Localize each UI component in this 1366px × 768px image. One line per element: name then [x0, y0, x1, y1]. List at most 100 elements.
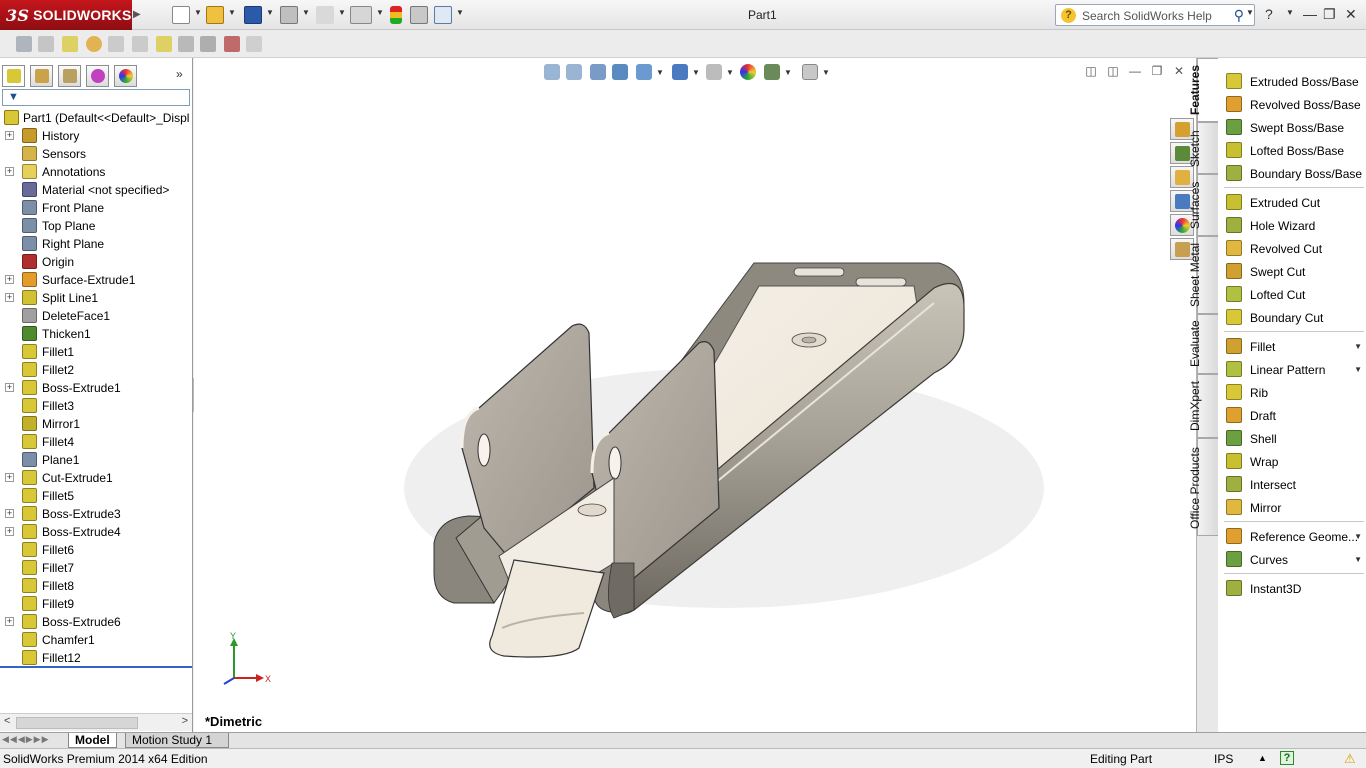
rebuild-traffic-light-icon[interactable] — [390, 6, 402, 24]
tab-property-manager[interactable] — [30, 65, 53, 87]
solidworks-logo[interactable]: 3S SOLIDWORKS — [0, 0, 132, 30]
feature-command[interactable]: Shell — [1218, 427, 1366, 449]
tab-display-manager[interactable] — [114, 65, 137, 87]
print-dropdown-icon[interactable]: ▼ — [302, 8, 310, 17]
section-view-icon[interactable] — [246, 36, 262, 52]
tree-item[interactable]: Fillet8 — [0, 577, 193, 595]
close-icon[interactable]: ✕ — [1345, 6, 1357, 23]
chevron-down-icon[interactable]: ▼ — [1354, 365, 1362, 374]
graphics-area[interactable]: ▼ ▼ ▼ ▼ ▼ ◫ ◫ — ❐ ✕ Y X *Dimetric — [194, 58, 1196, 732]
expand-icon[interactable]: + — [5, 167, 14, 176]
feature-command[interactable]: Hole Wizard — [1218, 214, 1366, 236]
select-arrow-icon[interactable] — [350, 6, 372, 24]
minimize-icon[interactable]: — — [1303, 6, 1317, 22]
tab-feature-tree[interactable] — [2, 65, 25, 87]
assembly-icon[interactable] — [16, 36, 32, 52]
options-icon[interactable] — [434, 6, 452, 24]
tab-sketch[interactable]: Sketch — [1188, 122, 1219, 174]
tree-item[interactable]: DeleteFace1 — [0, 307, 193, 325]
expand-icon[interactable]: + — [5, 275, 14, 284]
tree-item[interactable]: + Boss-Extrude4 — [0, 523, 193, 541]
box-icon[interactable] — [178, 36, 194, 52]
tab-model[interactable]: Model — [68, 733, 117, 748]
tree-item[interactable]: Plane1 — [0, 451, 193, 469]
expand-icon[interactable]: + — [5, 473, 14, 482]
select-dropdown-icon[interactable]: ▼ — [376, 8, 384, 17]
file-properties-icon[interactable] — [410, 6, 428, 24]
feature-command[interactable]: Revolved Cut — [1218, 237, 1366, 259]
tree-item[interactable]: Material <not specified> — [0, 181, 193, 199]
tree-item[interactable]: Fillet6 — [0, 541, 193, 559]
scroll-left-icon[interactable]: < — [4, 715, 10, 727]
save-icon[interactable] — [244, 6, 262, 24]
feature-command[interactable]: Mirror — [1218, 496, 1366, 518]
chevron-down-icon[interactable]: ▼ — [1354, 532, 1362, 541]
tree-item[interactable]: Fillet9 — [0, 595, 193, 613]
feature-command[interactable]: Linear Pattern ▼ — [1218, 358, 1366, 380]
help-dropdown-icon[interactable]: ▼ — [1286, 8, 1294, 17]
restore-icon[interactable]: ❐ — [1323, 6, 1336, 23]
feature-command[interactable]: Revolved Boss/Base — [1218, 93, 1366, 115]
tree-item[interactable]: Top Plane — [0, 217, 193, 235]
tree-item[interactable]: Fillet7 — [0, 559, 193, 577]
features-tree-icon[interactable] — [62, 36, 78, 52]
link-icon[interactable] — [132, 36, 148, 52]
tab-features[interactable]: Features — [1188, 58, 1219, 122]
feature-command[interactable]: Swept Boss/Base — [1218, 116, 1366, 138]
expand-icon[interactable]: + — [5, 509, 14, 518]
feature-command[interactable]: Lofted Boss/Base — [1218, 139, 1366, 161]
feature-command[interactable]: Reference Geome... ▼ — [1218, 525, 1366, 547]
part-model[interactable] — [194, 58, 1196, 732]
rebuild-warning-icon[interactable]: ⚠ — [1344, 751, 1360, 766]
tree-item[interactable]: + Boss-Extrude6 — [0, 613, 193, 631]
unit-system[interactable]: IPS — [1214, 752, 1233, 766]
tree-item[interactable]: Front Plane — [0, 199, 193, 217]
tab-office-products[interactable]: Office Products — [1188, 438, 1219, 536]
options-dropdown-icon[interactable]: ▼ — [456, 8, 464, 17]
more-tabs-icon[interactable]: » — [176, 67, 183, 81]
tab-dimxpert[interactable]: DimXpert — [1188, 374, 1219, 438]
new-document-icon[interactable] — [172, 6, 190, 24]
tree-root-item[interactable]: Part1 (Default<<Default>_Displ — [0, 109, 193, 127]
tree-item[interactable]: Fillet1 — [0, 343, 193, 361]
tree-item[interactable]: Origin — [0, 253, 193, 271]
pattern-icon[interactable] — [108, 36, 124, 52]
feature-command[interactable]: Swept Cut — [1218, 260, 1366, 282]
expand-icon[interactable]: + — [5, 131, 14, 140]
chevron-down-icon[interactable]: ▼ — [1354, 555, 1362, 564]
tree-item[interactable]: Sensors — [0, 145, 193, 163]
chevron-down-icon[interactable]: ▼ — [1354, 342, 1362, 351]
expand-icon[interactable]: + — [5, 527, 14, 536]
scroll-right-icon[interactable]: > — [182, 715, 188, 727]
feature-command[interactable]: Extruded Boss/Base — [1218, 70, 1366, 92]
undo-dropdown-icon[interactable]: ▼ — [338, 8, 346, 17]
open-folder-icon[interactable] — [206, 6, 224, 24]
feature-command[interactable]: Lofted Cut — [1218, 283, 1366, 305]
expand-icon[interactable]: + — [5, 617, 14, 626]
tree-item[interactable]: + Cut-Extrude1 — [0, 469, 193, 487]
help-icon[interactable]: ? — [1265, 6, 1273, 22]
search-icon[interactable]: ⚲ — [1234, 7, 1244, 24]
tree-item[interactable]: Fillet3 — [0, 397, 193, 415]
tab-surfaces[interactable]: Surfaces — [1188, 174, 1219, 236]
feature-command[interactable]: Rib — [1218, 381, 1366, 403]
feature-command[interactable]: Fillet ▼ — [1218, 335, 1366, 357]
tab-navigation-arrows[interactable]: ◀◀◀▶▶▶ — [2, 734, 50, 745]
tree-item[interactable]: + Boss-Extrude3 — [0, 505, 193, 523]
feature-command[interactable]: Boundary Boss/Base — [1218, 162, 1366, 184]
hammer-icon[interactable] — [200, 36, 216, 52]
feature-command[interactable]: Intersect — [1218, 473, 1366, 495]
tree-item[interactable]: Mirror1 — [0, 415, 193, 433]
appearance-icon[interactable] — [86, 36, 102, 52]
tree-item[interactable]: + Surface-Extrude1 — [0, 271, 193, 289]
horizontal-scrollbar[interactable]: < > — [0, 713, 192, 731]
tab-evaluate[interactable]: Evaluate — [1188, 314, 1219, 374]
tab-motion-study[interactable]: Motion Study 1 — [125, 733, 229, 748]
tree-item[interactable]: Fillet4 — [0, 433, 193, 451]
expand-icon[interactable]: + — [5, 293, 14, 302]
new-dropdown-icon[interactable]: ▼ — [194, 8, 202, 17]
gear-icon[interactable] — [38, 36, 54, 52]
feature-command[interactable]: Boundary Cut — [1218, 306, 1366, 328]
feature-command[interactable]: Instant3D — [1218, 577, 1366, 599]
print-icon[interactable] — [280, 6, 298, 24]
